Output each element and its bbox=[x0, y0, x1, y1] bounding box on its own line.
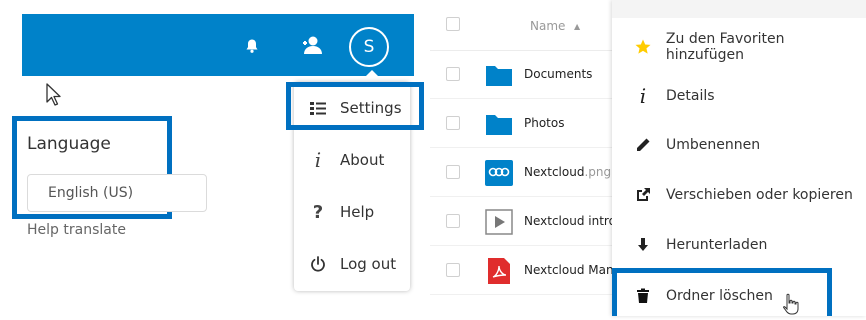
select-all-checkbox[interactable] bbox=[446, 17, 460, 31]
external-move-icon bbox=[633, 187, 653, 203]
menu-item-label: Log out bbox=[340, 255, 397, 273]
menu-item-label: About bbox=[340, 151, 385, 169]
file-row[interactable]: Nextcloud.png bbox=[430, 148, 622, 197]
question-icon: ? bbox=[312, 201, 324, 223]
file-row[interactable]: Nextcloud intro.m bbox=[430, 197, 622, 246]
name-column-header[interactable]: Name bbox=[530, 19, 565, 33]
language-select[interactable]: English (US) bbox=[27, 174, 207, 212]
power-icon bbox=[308, 256, 328, 272]
file-name[interactable]: Documents bbox=[524, 67, 622, 81]
row-checkbox[interactable] bbox=[446, 263, 460, 277]
star-icon bbox=[633, 38, 653, 56]
info-icon: i bbox=[639, 83, 647, 108]
ctx-item-label: Verschieben oder kopieren bbox=[666, 186, 853, 203]
help-translate-link[interactable]: Help translate bbox=[27, 222, 126, 238]
ctx-item-label: Zu den Favoriten hinzufügen bbox=[665, 30, 785, 63]
pencil-icon bbox=[633, 137, 653, 153]
folder-icon bbox=[485, 111, 513, 137]
row-checkbox[interactable] bbox=[446, 116, 460, 130]
menu-caret bbox=[363, 70, 381, 79]
settings-highlight-box bbox=[286, 82, 424, 130]
video-icon bbox=[485, 209, 513, 235]
avatar[interactable]: S bbox=[349, 27, 389, 67]
ctx-item-label: Herunterladen bbox=[666, 236, 768, 253]
menu-item-logout[interactable]: Log out bbox=[294, 238, 410, 290]
avatar-letter: S bbox=[363, 37, 375, 57]
context-menu-topbar bbox=[612, 0, 866, 18]
row-checkbox[interactable] bbox=[446, 67, 460, 81]
folder-icon bbox=[485, 62, 513, 88]
bell-icon[interactable] bbox=[244, 38, 260, 54]
mouse-pointer-icon bbox=[45, 83, 63, 111]
contacts-icon[interactable] bbox=[301, 35, 323, 55]
ctx-item-download[interactable]: Herunterladen bbox=[612, 220, 866, 269]
file-list-header bbox=[430, 0, 622, 51]
info-icon: i bbox=[314, 148, 322, 172]
menu-item-help[interactable]: ? Help bbox=[294, 186, 410, 238]
file-name[interactable]: Nextcloud.png bbox=[524, 165, 622, 179]
ctx-item-move-copy[interactable]: Verschieben oder kopieren bbox=[612, 170, 866, 219]
file-name[interactable]: Nextcloud intro.m bbox=[524, 214, 622, 228]
ctx-item-label: Umbenennen bbox=[666, 136, 761, 153]
download-icon bbox=[633, 237, 653, 253]
row-checkbox[interactable] bbox=[446, 214, 460, 228]
file-row[interactable]: Photos bbox=[430, 99, 622, 148]
file-name[interactable]: Nextcloud Manu bbox=[524, 263, 622, 277]
sort-ascending-icon: ▲ bbox=[574, 22, 581, 31]
pdf-icon bbox=[485, 258, 513, 284]
ctx-item-favorite[interactable]: Zu den Favoriten hinzufügen bbox=[612, 22, 866, 71]
language-label: Language bbox=[27, 134, 111, 154]
row-checkbox[interactable] bbox=[446, 165, 460, 179]
ctx-item-rename[interactable]: Umbenennen bbox=[612, 120, 866, 169]
ctx-item-details[interactable]: i Details bbox=[612, 71, 866, 120]
file-name[interactable]: Photos bbox=[524, 116, 622, 130]
menu-item-label: Help bbox=[340, 203, 375, 221]
ctx-item-label: Details bbox=[666, 87, 715, 104]
file-row[interactable]: Nextcloud Manu bbox=[430, 246, 622, 295]
image-icon bbox=[485, 160, 513, 186]
file-row[interactable]: Documents bbox=[430, 50, 622, 99]
hand-cursor-icon bbox=[782, 293, 800, 319]
menu-item-about[interactable]: i About bbox=[294, 134, 410, 186]
